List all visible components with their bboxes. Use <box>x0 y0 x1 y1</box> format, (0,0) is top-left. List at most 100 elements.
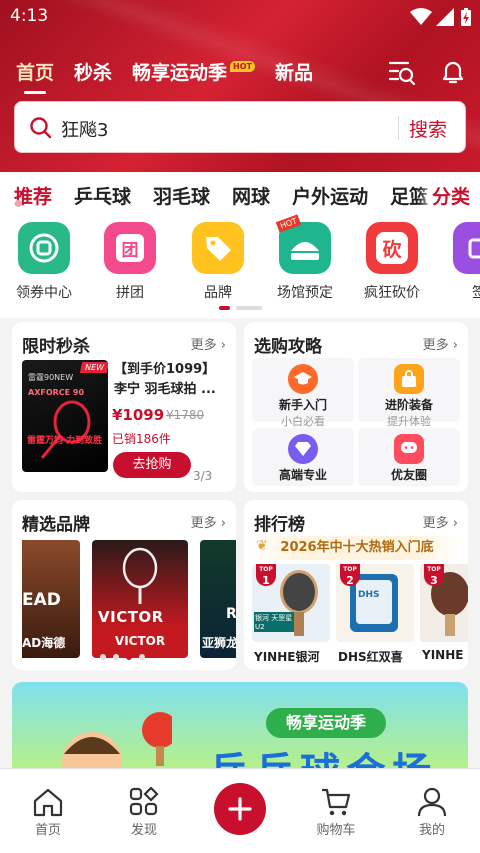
category-outdoor[interactable]: 户外运动 <box>292 182 368 209</box>
package-label: DHS <box>358 590 380 600</box>
venue-hot-badge: HOT <box>275 214 302 233</box>
brand-rsl-label: 亚狮龙 <box>202 636 236 650</box>
nav-cart-label: 购物车 <box>316 823 356 838</box>
category-table-tennis[interactable]: 乒乓球 <box>74 182 131 209</box>
ranking-card: 排行榜 更多 › ❦ 2026年中十大热销入门底 银河 天罡星U2 TOP 1 Y… <box>244 500 468 670</box>
plus-icon <box>228 797 252 821</box>
guide-professional[interactable]: 高端专业 <box>252 428 354 486</box>
home-icon <box>33 788 63 817</box>
entry-venue-booking[interactable]: HOT 场馆预定 <box>262 214 348 302</box>
category-tabs: 推荐 乒乓球 羽毛球 网球 户外运动 足篮 分类 <box>0 172 480 214</box>
ranking-item-3[interactable]: TOP 3 YINHE <box>420 564 468 670</box>
entry-sign-in[interactable]: 签 <box>436 222 480 302</box>
brand-rsl[interactable]: R 亚狮龙 <box>200 540 236 658</box>
scan-search-icon[interactable] <box>388 60 416 86</box>
category-badminton[interactable]: 羽毛球 <box>153 182 210 209</box>
featured-brands-more[interactable]: 更多 › <box>191 512 226 531</box>
search-bar[interactable]: 狂飚3 搜索 <box>14 101 466 153</box>
nav-discover[interactable]: 发现 <box>109 787 179 838</box>
buying-guide-more[interactable]: 更多 › <box>423 334 458 353</box>
ranking-item-name: YINHE <box>422 648 464 662</box>
guide-advanced[interactable]: 进阶装备 提升体验 <box>358 358 460 428</box>
tab-flash-sale[interactable]: 秒杀 <box>74 58 112 85</box>
tab-home[interactable]: 首页 <box>16 58 55 94</box>
nav-cart[interactable]: 购物车 <box>301 787 371 838</box>
nav-home[interactable]: 首页 <box>13 787 83 838</box>
package-label: 银河 天罡星U2 <box>254 612 294 632</box>
racket-illustration <box>40 400 91 459</box>
ranking-more[interactable]: 更多 › <box>423 512 458 531</box>
product-image-slogan: 雷霆万钧 力到致胜 <box>27 436 103 446</box>
flash-sale-card[interactable]: 限时秒杀 更多 › NEW 雷霆90NEW AXFORCE 90 雷霆万钧 力到… <box>12 322 236 492</box>
promo-title-pill: 畅享运动季 <box>266 708 386 738</box>
rank-badge: TOP 3 <box>424 564 444 586</box>
promo-title: 畅享运动季 <box>285 713 366 732</box>
ranking-item-2[interactable]: DHS TOP 2 DHS红双喜 <box>336 564 414 670</box>
ranking-item-name: DHS红双喜 <box>338 650 403 664</box>
racket-illustration <box>122 547 158 604</box>
tab-home-label: 首页 <box>16 62 55 84</box>
product-image-badge: NEW <box>79 362 108 373</box>
rank-number: 3 <box>430 574 438 587</box>
entry-venue-label: 场馆预定 <box>277 285 333 301</box>
flash-sale-buy-button[interactable]: 去抢购 <box>113 452 191 478</box>
guide-beginner[interactable]: 新手入门 小白必看 <box>252 358 354 428</box>
search-button[interactable]: 搜索 <box>409 115 447 142</box>
search-input[interactable]: 狂飚3 <box>61 116 108 142</box>
ranking-item-1[interactable]: 银河 天罡星U2 TOP 1 YINHE银河 <box>252 564 330 670</box>
status-bar: 4:13 <box>0 0 480 34</box>
flash-sale-product-image[interactable]: NEW 雷霆90NEW AXFORCE 90 雷霆万钧 力到致胜 <box>22 360 108 472</box>
wifi-icon <box>410 8 432 25</box>
ranking-title: 排行榜 <box>254 515 305 535</box>
graduation-cap-icon <box>288 364 318 394</box>
brand-ad-hyde[interactable]: EAD AD海德 <box>22 540 80 658</box>
brand-victor[interactable]: VICTOR VICTOR <box>92 540 188 658</box>
flash-sale-product-name[interactable]: 【到手价1099】李宁 羽毛球拍 ... <box>114 360 228 400</box>
category-tennis[interactable]: 网球 <box>232 182 270 209</box>
bottom-nav: 首页 发现 购物车 我的 <box>0 768 480 853</box>
promo-banner[interactable]: 畅享运动季 乒乓球会场 <box>12 682 468 768</box>
guide-advanced-sub: 提升体验 <box>387 415 431 428</box>
ranking-subtitle-banner: ❦ 2026年中十大热销入门底 <box>252 536 462 560</box>
entry-coupon-center[interactable]: 领券中心 <box>1 222 87 302</box>
top-tabs: 首页 秒杀 畅享运动季 HOT 新品 <box>16 58 313 94</box>
flash-sale-page-indicator: 3/3 <box>193 469 213 483</box>
tab-flash-sale-label: 秒杀 <box>74 62 113 84</box>
entry-bargain[interactable]: 砍 疯狂砍价 <box>349 222 435 302</box>
tab-sport-season[interactable]: 畅享运动季 HOT <box>132 58 255 85</box>
chat-bubble-icon <box>394 434 424 464</box>
tab-new[interactable]: 新品 <box>275 58 313 85</box>
flash-sale-more[interactable]: 更多 › <box>191 334 226 353</box>
category-all-button[interactable]: 分类 <box>418 172 480 214</box>
carousel-dot <box>139 654 145 660</box>
entry-brand-label: 品牌 <box>204 285 232 301</box>
bargain-icon-text: 砍 <box>376 232 408 264</box>
nav-post-button[interactable] <box>214 783 266 835</box>
status-time: 4:13 <box>10 6 49 26</box>
tag-icon <box>192 222 244 274</box>
group-buy-icon: 团 <box>104 222 156 274</box>
guide-community[interactable]: 优友圈 <box>358 428 460 486</box>
search-icon <box>30 117 52 139</box>
entry-group-buy[interactable]: 团 拼团 <box>87 222 173 302</box>
user-icon <box>417 787 447 817</box>
entry-brand[interactable]: 品牌 <box>175 222 261 302</box>
rank-badge: TOP 2 <box>340 564 360 586</box>
entry-sign-in-label: 签 <box>472 285 480 301</box>
nav-profile[interactable]: 我的 <box>397 787 467 838</box>
featured-brands-more-label: 更多 <box>190 516 217 531</box>
sign-in-icon <box>453 222 480 274</box>
buying-guide-card: 选购攻略 更多 › 新手入门 小白必看 进阶装备 提升体验 高端专业 优友圈 <box>244 322 468 492</box>
flash-sale-price: ¥1099 <box>112 406 165 424</box>
hot-badge: HOT <box>230 61 255 72</box>
coupon-icon <box>18 222 70 274</box>
entry-group-buy-label: 拼团 <box>116 285 144 301</box>
buying-guide-more-label: 更多 <box>422 338 449 353</box>
featured-brands-title: 精选品牌 <box>22 515 90 535</box>
ranking-subtitle: 2026年中十大热销入门底 <box>280 540 434 555</box>
brand-ad-logo: EAD <box>22 590 61 610</box>
guide-advanced-title: 进阶装备 <box>384 398 433 412</box>
flash-sale-sold-count: 已销186件 <box>112 432 171 446</box>
diamond-icon <box>288 434 318 464</box>
bell-icon[interactable] <box>440 60 466 86</box>
